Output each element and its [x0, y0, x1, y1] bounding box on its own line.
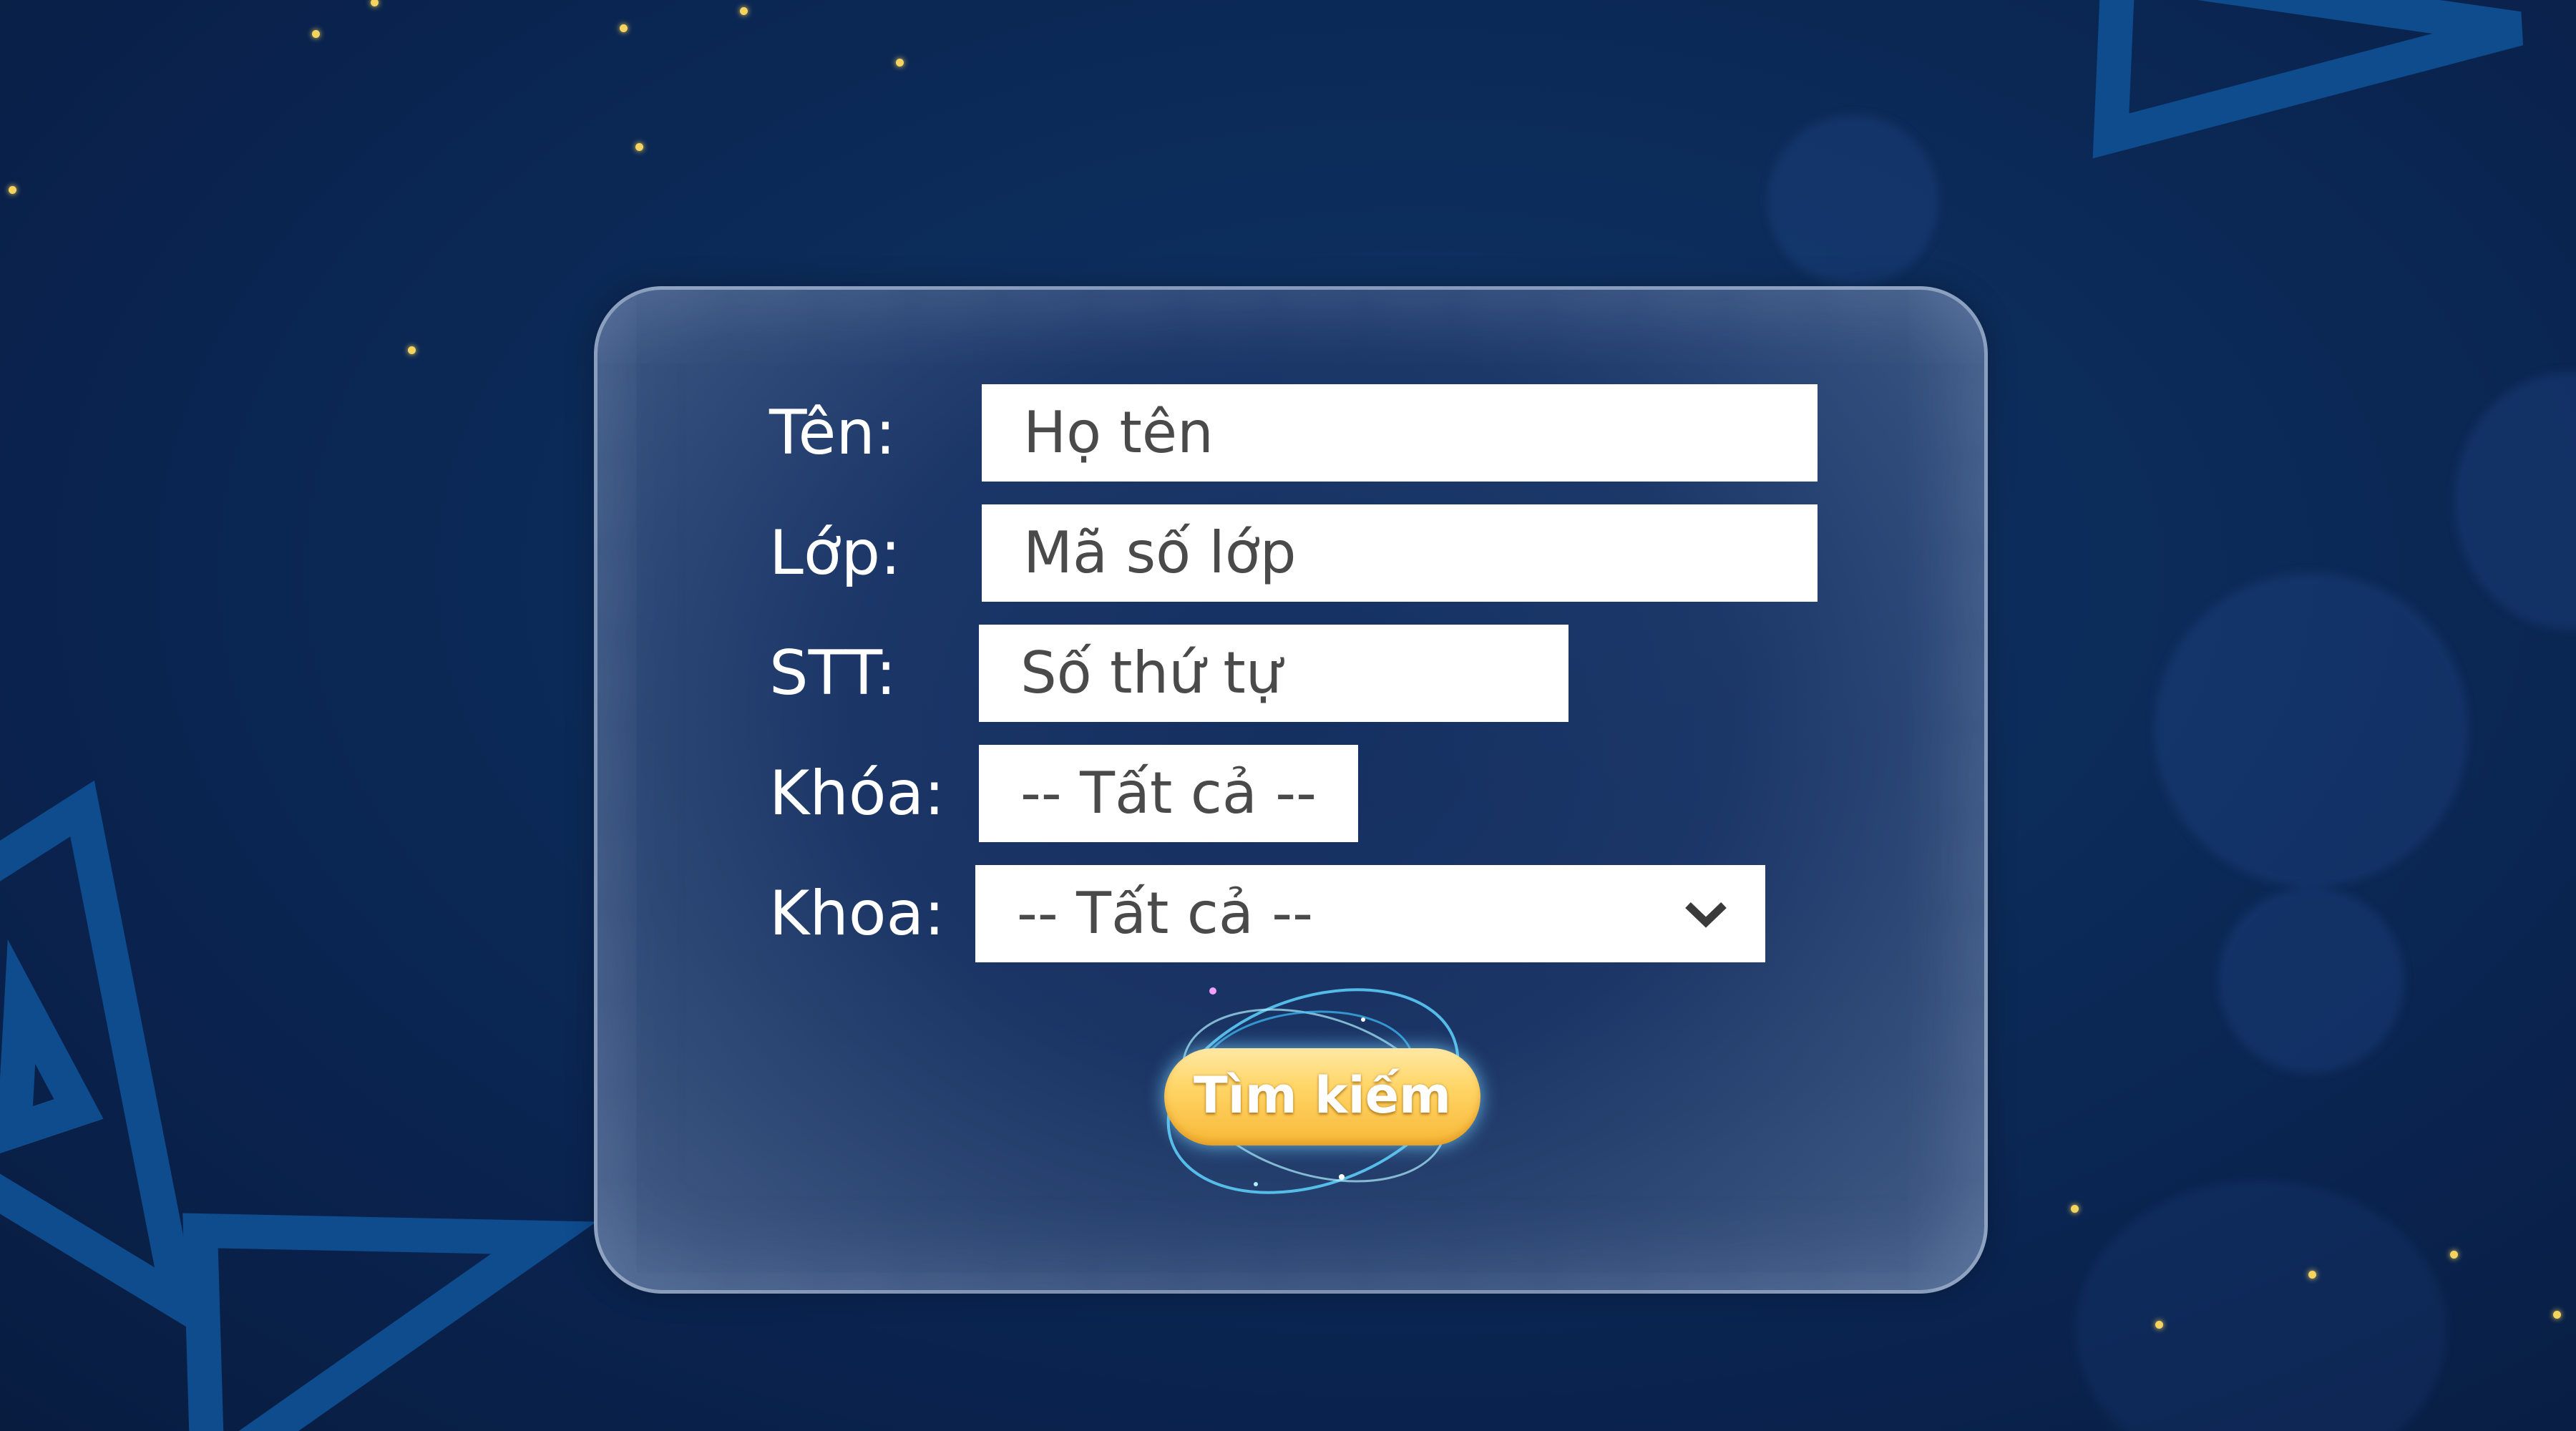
search-form-panel: Tên: Họ tên Lớp: Mã số lớp STT: Số thứ t… — [594, 286, 1988, 1294]
sparkle-dot — [408, 346, 416, 354]
sparkle-dot — [312, 30, 320, 38]
sparkle-dot — [2450, 1251, 2458, 1259]
sparkle-dot — [635, 143, 643, 151]
sparkle-dot — [896, 59, 904, 67]
name-label: Tên: — [769, 397, 896, 469]
sparkle-dot — [740, 7, 748, 15]
sparkle-dot — [2308, 1271, 2316, 1279]
index-row: STT: Số thứ tự — [597, 625, 1984, 722]
course-label: Khóa: — [769, 758, 945, 829]
sparkle-dot — [620, 24, 628, 32]
faculty-row: Khoa: -- Tất cả -- — [597, 865, 1984, 962]
faculty-select[interactable]: -- Tất cả -- — [975, 865, 1765, 962]
index-label: STT: — [769, 638, 897, 709]
name-input[interactable]: Họ tên — [982, 384, 1818, 482]
index-input[interactable]: Số thứ tự — [979, 625, 1568, 722]
faculty-label: Khoa: — [769, 878, 945, 949]
decor-triangle-bottom — [182, 1213, 597, 1431]
chevron-down-icon[interactable] — [1684, 865, 1728, 962]
sparkle-dot — [9, 186, 16, 194]
sparkle-dot — [2155, 1321, 2163, 1329]
sparkle-dot — [2071, 1205, 2079, 1213]
faculty-select-value: -- Tất cả -- — [1017, 880, 1314, 947]
class-label: Lớp: — [769, 517, 902, 589]
search-button-wrapper: Tìm kiếm — [1127, 962, 1499, 1234]
class-row: Lớp: Mã số lớp — [597, 504, 1984, 602]
name-row: Tên: Họ tên — [597, 384, 1984, 482]
course-row: Khóa: -- Tất cả -- — [597, 745, 1984, 842]
course-select[interactable]: -- Tất cả -- — [979, 745, 1358, 842]
search-button[interactable]: Tìm kiếm — [1164, 1048, 1480, 1146]
sparkle-dot — [2553, 1311, 2561, 1319]
decor-triangle-small — [0, 939, 104, 1153]
class-input[interactable]: Mã số lớp — [982, 504, 1818, 602]
decor-triangle-top-right — [2092, 0, 2524, 159]
